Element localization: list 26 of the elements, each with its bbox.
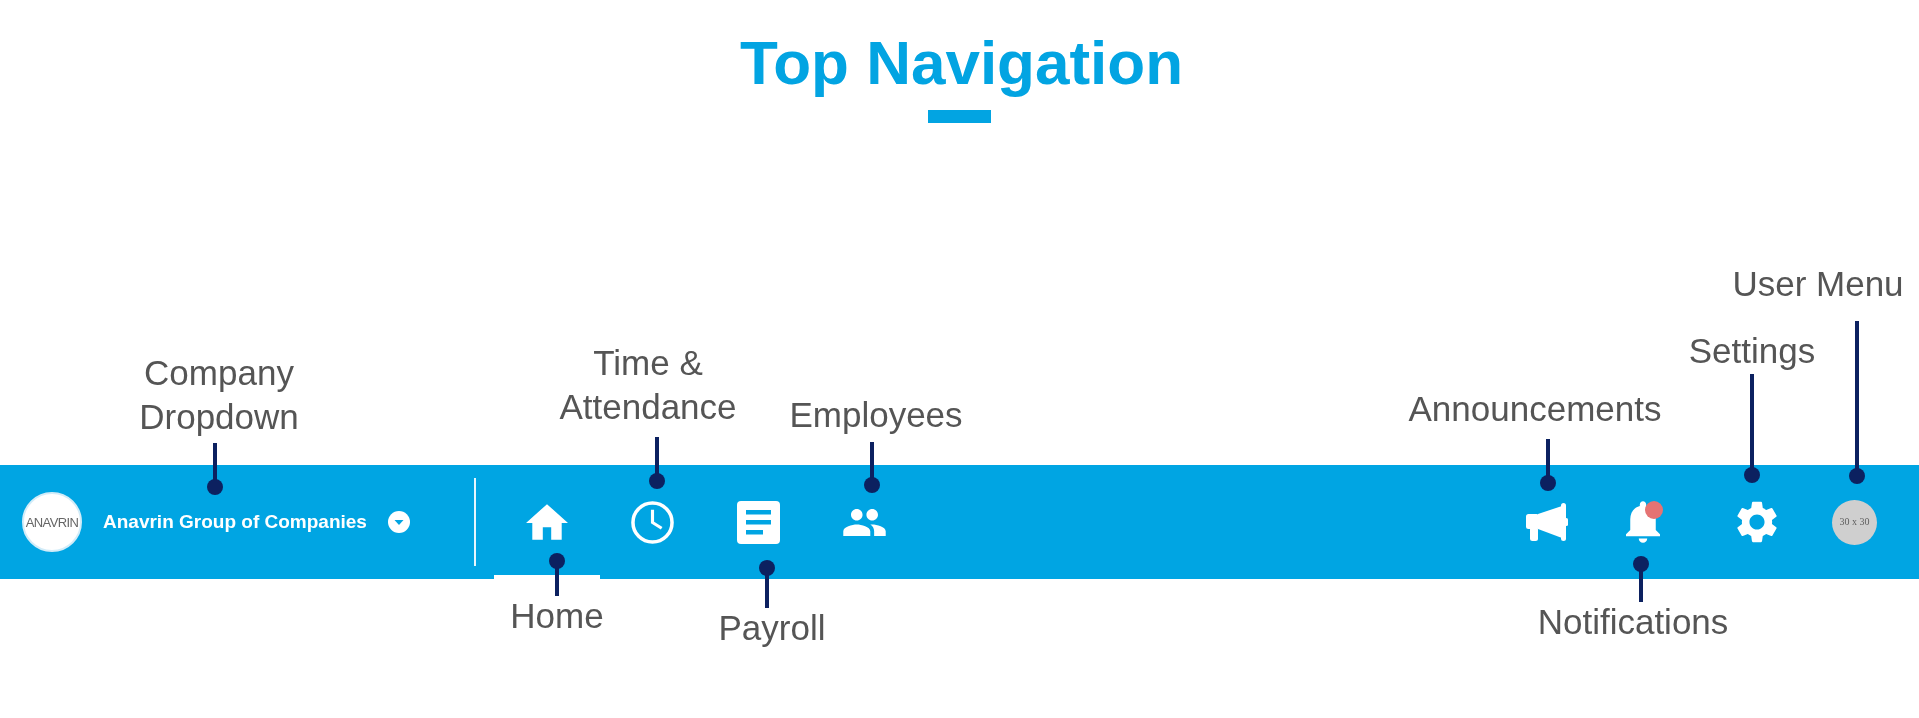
leader-line — [759, 560, 775, 608]
leader-line — [649, 437, 665, 489]
callout-label: Payroll — [718, 608, 826, 648]
callout-label: Time & Attendance — [559, 342, 737, 428]
settings-icon[interactable] — [1736, 501, 1778, 543]
leader-line — [864, 442, 880, 493]
clock-icon[interactable] — [631, 500, 675, 544]
accent-bar — [928, 110, 991, 123]
megaphone-icon[interactable] — [1526, 503, 1568, 541]
company-logo: ANAVRIN — [22, 492, 82, 552]
callout-label: Announcements — [1408, 389, 1662, 429]
callout-label: Notifications — [1537, 602, 1729, 642]
callout-label: Employees — [789, 395, 963, 435]
leader-line — [549, 553, 565, 596]
caret-icon — [387, 511, 410, 533]
user-avatar[interactable]: 30 x 30 — [1832, 499, 1877, 545]
home-icon[interactable] — [525, 504, 568, 540]
document-icon[interactable] — [737, 500, 781, 544]
leader-line — [1540, 439, 1556, 491]
callout-label: Company Dropdown — [139, 352, 299, 438]
callout-label: Settings — [1688, 331, 1816, 371]
callout-label: User Menu — [1732, 264, 1904, 304]
company-dropdown[interactable]: Anavrin Group of Companies — [103, 510, 410, 534]
leader-line — [1633, 556, 1649, 602]
leader-line — [207, 443, 223, 495]
callout-label: Home — [510, 596, 604, 636]
